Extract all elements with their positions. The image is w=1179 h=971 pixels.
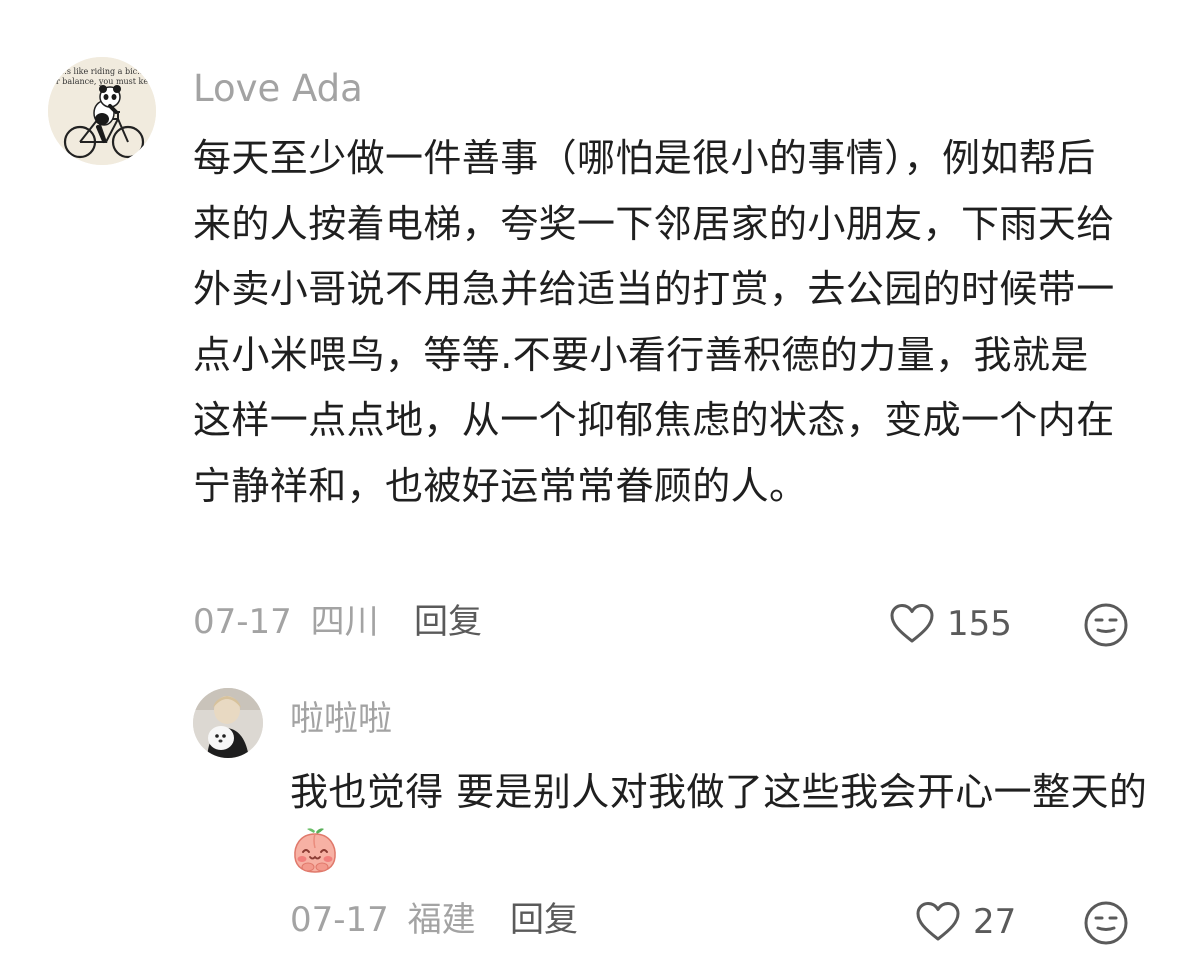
like-count: 27 <box>973 902 1017 942</box>
comment-text: 我也觉得 要是别人对我做了这些我会开心一整天的 <box>290 760 1150 894</box>
comment-text-content: 我也觉得 要是别人对我做了这些我会开心一整天的 <box>290 770 1148 814</box>
like-count: 155 <box>947 604 1012 644</box>
comment-date: 07-17 <box>193 602 292 642</box>
person-with-dog-avatar-image <box>193 688 263 758</box>
comment-meta: 07-17 福建 <box>290 898 476 942</box>
reply-button[interactable]: 回复 <box>414 600 482 644</box>
like-button[interactable]: 155 <box>889 602 1012 646</box>
meh-face-icon <box>1084 603 1128 647</box>
panda-bicycle-avatar-image: …s like riding a bic… …r balance, you mu… <box>48 57 156 165</box>
heart-outline-icon <box>916 902 960 941</box>
comment-meta: 07-17 四川 <box>193 600 379 644</box>
like-button[interactable]: 27 <box>915 900 1016 944</box>
username[interactable]: 啦啦啦 <box>290 697 392 741</box>
smiling-peach-emoji <box>290 826 340 894</box>
comment-location: 四川 <box>310 602 379 642</box>
avatar[interactable] <box>193 688 263 758</box>
dislike-button[interactable] <box>1083 602 1129 648</box>
dislike-button[interactable] <box>1083 900 1129 946</box>
comment-date: 07-17 <box>290 900 389 940</box>
username[interactable]: Love Ada <box>193 66 363 112</box>
avatar-quote-line-2: …r balance, you must ke… <box>48 77 156 86</box>
avatar-quote-line-1: …s like riding a bic… <box>59 67 145 76</box>
meh-face-icon <box>1084 901 1128 945</box>
heart-outline-icon <box>890 604 934 643</box>
avatar[interactable]: …s like riding a bic… …r balance, you mu… <box>48 57 156 165</box>
comment-location: 福建 <box>407 900 476 940</box>
reply-button[interactable]: 回复 <box>510 898 578 942</box>
comment-text: 每天至少做一件善事（哪怕是很小的事情），例如帮后来的人按着电梯，夸奖一下邻居家的… <box>193 136 1115 508</box>
